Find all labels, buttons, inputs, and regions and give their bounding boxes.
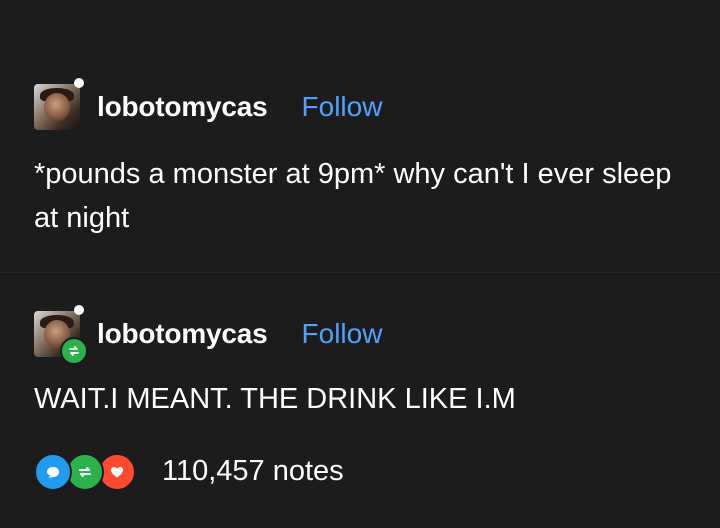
reblog-post: lobotomycas Follow WAIT.I MEANT. THE DRI…: [0, 272, 720, 528]
follow-button[interactable]: Follow: [302, 318, 383, 350]
notes-count[interactable]: 110,457 notes: [162, 455, 344, 488]
username[interactable]: lobotomycas: [97, 318, 268, 350]
post-footer: 110,457 notes: [34, 453, 344, 491]
follow-button[interactable]: Follow: [302, 91, 383, 123]
avatar[interactable]: [34, 78, 84, 130]
post-text: WAIT.I MEANT. THE DRINK LIKE I.M: [34, 383, 516, 415]
original-post: lobotomycas Follow *pounds a monster at …: [0, 0, 720, 272]
reblog-badge-icon: [60, 337, 88, 365]
note-icons[interactable]: [34, 453, 142, 491]
reply-icon: [34, 453, 72, 491]
username[interactable]: lobotomycas: [97, 91, 268, 123]
post-header: lobotomycas Follow: [34, 305, 383, 365]
post-header: lobotomycas Follow: [34, 78, 383, 130]
avatar[interactable]: [34, 305, 88, 365]
post-text: *pounds a monster at 9pm* why can't I ev…: [34, 158, 672, 234]
